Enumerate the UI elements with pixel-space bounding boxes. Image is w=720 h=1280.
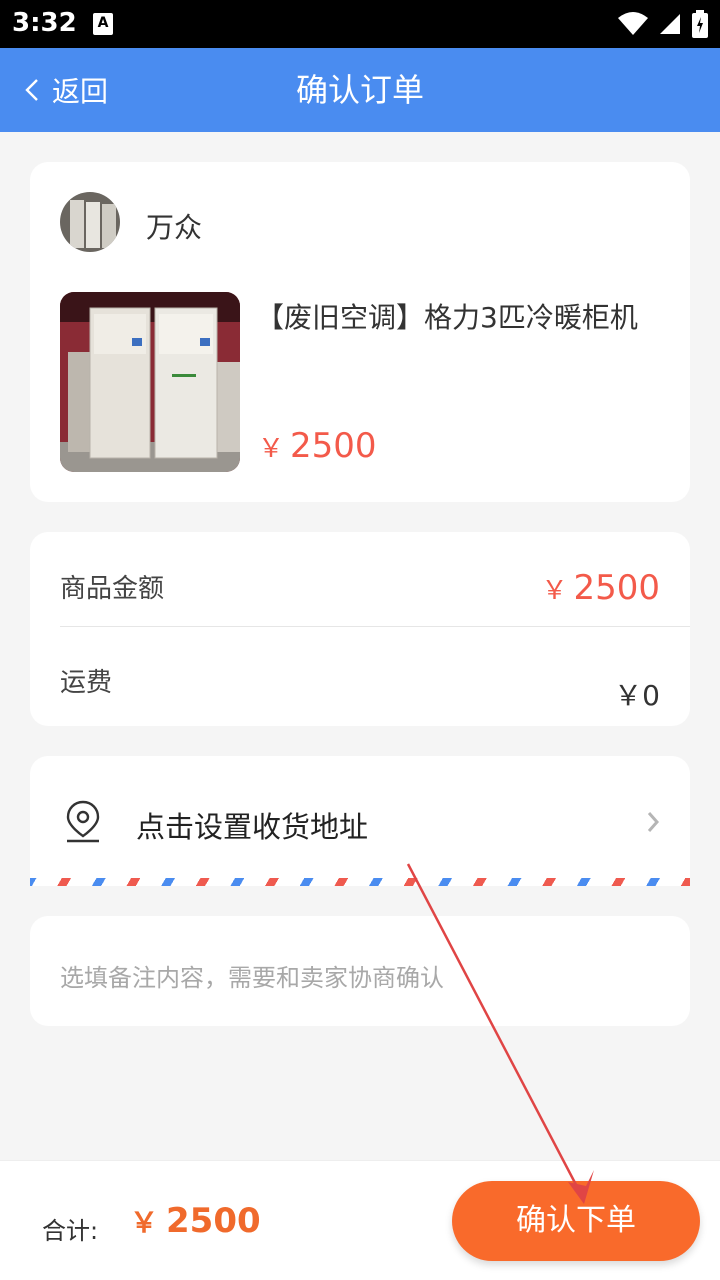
address-prompt: 点击设置收货地址 [136,810,369,844]
chevron-right-icon [647,812,660,832]
chevron-left-icon [25,79,38,101]
seller-name[interactable]: 万众 [146,206,202,246]
order-note-input[interactable]: 选填备注内容，需要和卖家协商确认 [30,916,690,1026]
address-selector[interactable]: 点击设置收货地址 [30,756,690,886]
signal-icon [660,14,680,34]
back-button[interactable]: 返回 [24,48,108,132]
price-currency: ￥ [258,434,285,464]
product-price: ￥ 2500 [258,426,377,466]
goods-amount-row: 商品金额 ￥ 2500 [60,532,660,626]
product-title[interactable]: 【废旧空调】格力3匹冷暖柜机 [256,296,638,336]
battery-icon [692,10,708,38]
status-icons [618,10,708,38]
total-currency: ￥ [130,1206,159,1239]
checkout-bar: 合计: ￥ 2500 确认下单 [0,1160,720,1280]
wifi-icon [618,12,648,35]
airmail-stripe [30,878,690,886]
confirm-order-button[interactable]: 确认下单 [452,1181,700,1261]
status-bar: 3:32 A [0,0,720,48]
back-label: 返回 [52,75,109,108]
goods-amount-label: 商品金额 [60,574,165,604]
price-value: 2500 [290,426,377,466]
seller-avatar[interactable] [60,192,120,252]
shipping-row: 运费 ￥0 [60,626,660,720]
total-number: 2500 [166,1201,261,1241]
product-image[interactable] [60,292,240,472]
product-card: 万众 【废旧空调】格力3匹冷暖柜机 ￥ 2500 [30,162,690,502]
shipping-value: ￥0 [614,679,660,712]
status-time: 3:32 [12,8,77,38]
total-label: 合计: [42,1217,99,1245]
shipping-label: 运费 [60,668,113,698]
notification-icon: A [93,13,113,35]
goods-amount-value: ￥ 2500 [541,568,660,608]
goods-amount-currency: ￥ [541,576,568,606]
note-placeholder: 选填备注内容，需要和卖家协商确认 [60,964,444,992]
location-pin-icon [66,800,100,843]
total-value: ￥ 2500 [130,1201,261,1241]
fee-summary-card: 商品金额 ￥ 2500 运费 ￥0 [30,532,690,726]
goods-amount-number: 2500 [573,568,660,608]
nav-bar: 返回 确认订单 [0,48,720,132]
